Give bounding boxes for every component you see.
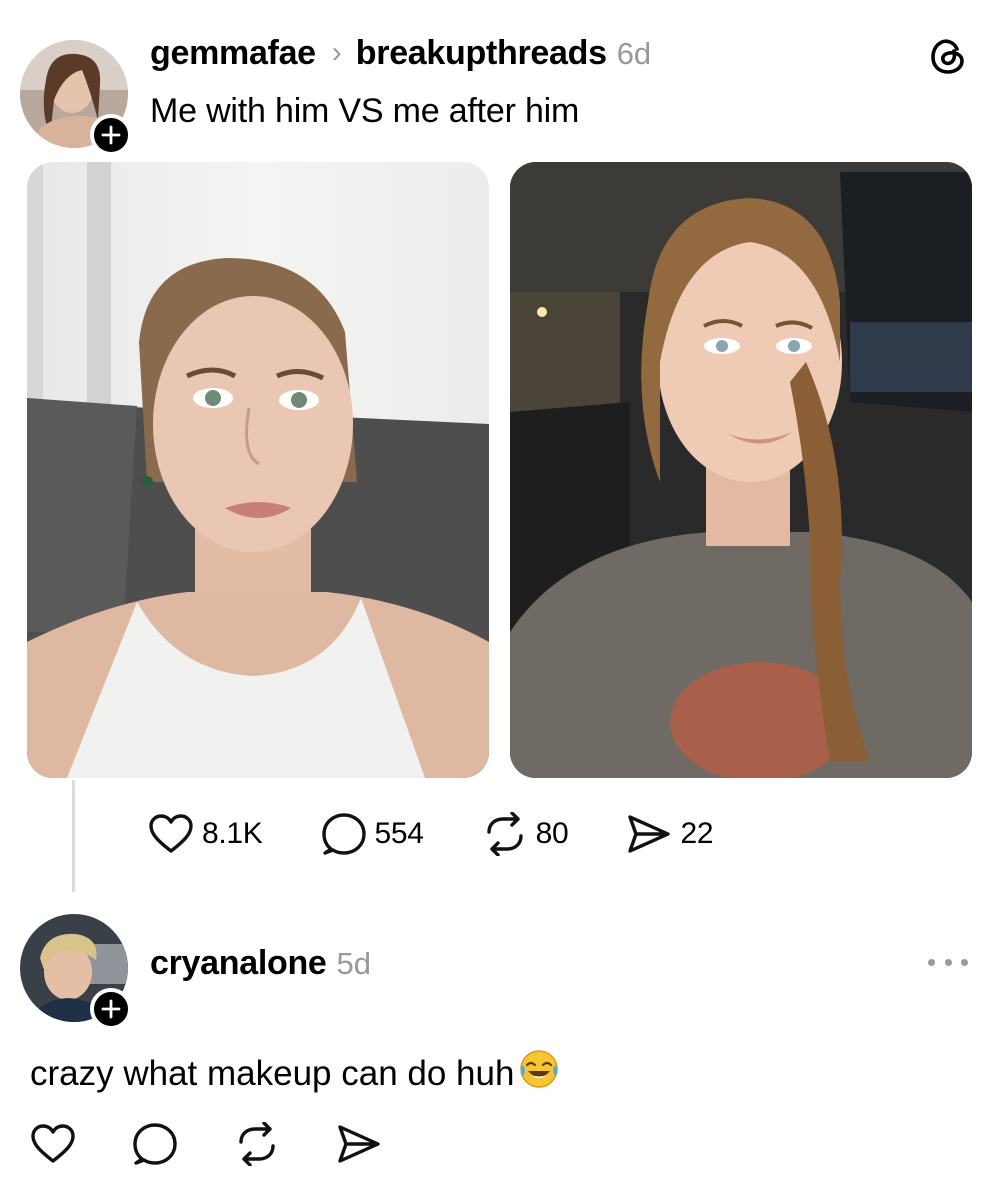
post-text: Me with him VS me after him [150, 92, 580, 130]
reply-action-bar [30, 1121, 438, 1171]
repost-icon [239, 1121, 275, 1167]
reply-time: 5d [336, 946, 372, 981]
heart-icon [31, 1124, 75, 1163]
thread-connector-line [72, 780, 75, 892]
post-header: gemmafae › breakupthreads 6d [150, 34, 651, 78]
reply-header: cryanalone 5d [150, 944, 371, 983]
reply-like-button[interactable] [30, 1123, 76, 1170]
reply-share-button[interactable] [336, 1123, 382, 1170]
reply-text-row: crazy what makeup can do huh [30, 1048, 560, 1099]
community-name[interactable]: breakupthreads [356, 34, 607, 73]
like-count: 8.1K [202, 817, 263, 850]
share-button[interactable]: 22 [626, 813, 714, 855]
comment-button[interactable]: 554 [321, 812, 424, 856]
heart-icon [149, 814, 193, 853]
plus-icon [101, 999, 121, 1019]
follow-author-button[interactable] [90, 114, 132, 156]
post-time: 6d [616, 36, 652, 71]
plus-icon [101, 125, 121, 145]
send-icon [628, 815, 671, 853]
share-count: 22 [680, 817, 714, 850]
repost-count: 80 [535, 817, 569, 850]
reply-repost-button[interactable] [234, 1121, 280, 1171]
repost-icon [486, 812, 523, 856]
post-action-bar: 8.1K 554 80 22 [148, 812, 771, 856]
follow-reply-author-button[interactable] [90, 988, 132, 1030]
send-icon [338, 1125, 380, 1163]
post-image-left[interactable] [27, 162, 489, 778]
comment-bubble-icon [133, 1123, 177, 1165]
threads-icon[interactable] [928, 36, 968, 76]
comment-count: 554 [374, 817, 424, 850]
comment-bubble-icon [321, 813, 366, 855]
reply-comment-button[interactable] [132, 1122, 178, 1171]
reply-text: crazy what makeup can do huh [30, 1053, 515, 1093]
face-with-tears-of-joy-icon [518, 1048, 560, 1099]
more-dots-icon[interactable] [928, 952, 968, 972]
author-username[interactable]: gemmafae [150, 34, 316, 73]
breadcrumb-separator: › [331, 36, 342, 69]
like-button[interactable]: 8.1K [148, 813, 263, 855]
repost-button[interactable]: 80 [482, 812, 569, 856]
reply-author-username[interactable]: cryanalone [150, 944, 327, 983]
post-image-right[interactable] [510, 162, 972, 778]
